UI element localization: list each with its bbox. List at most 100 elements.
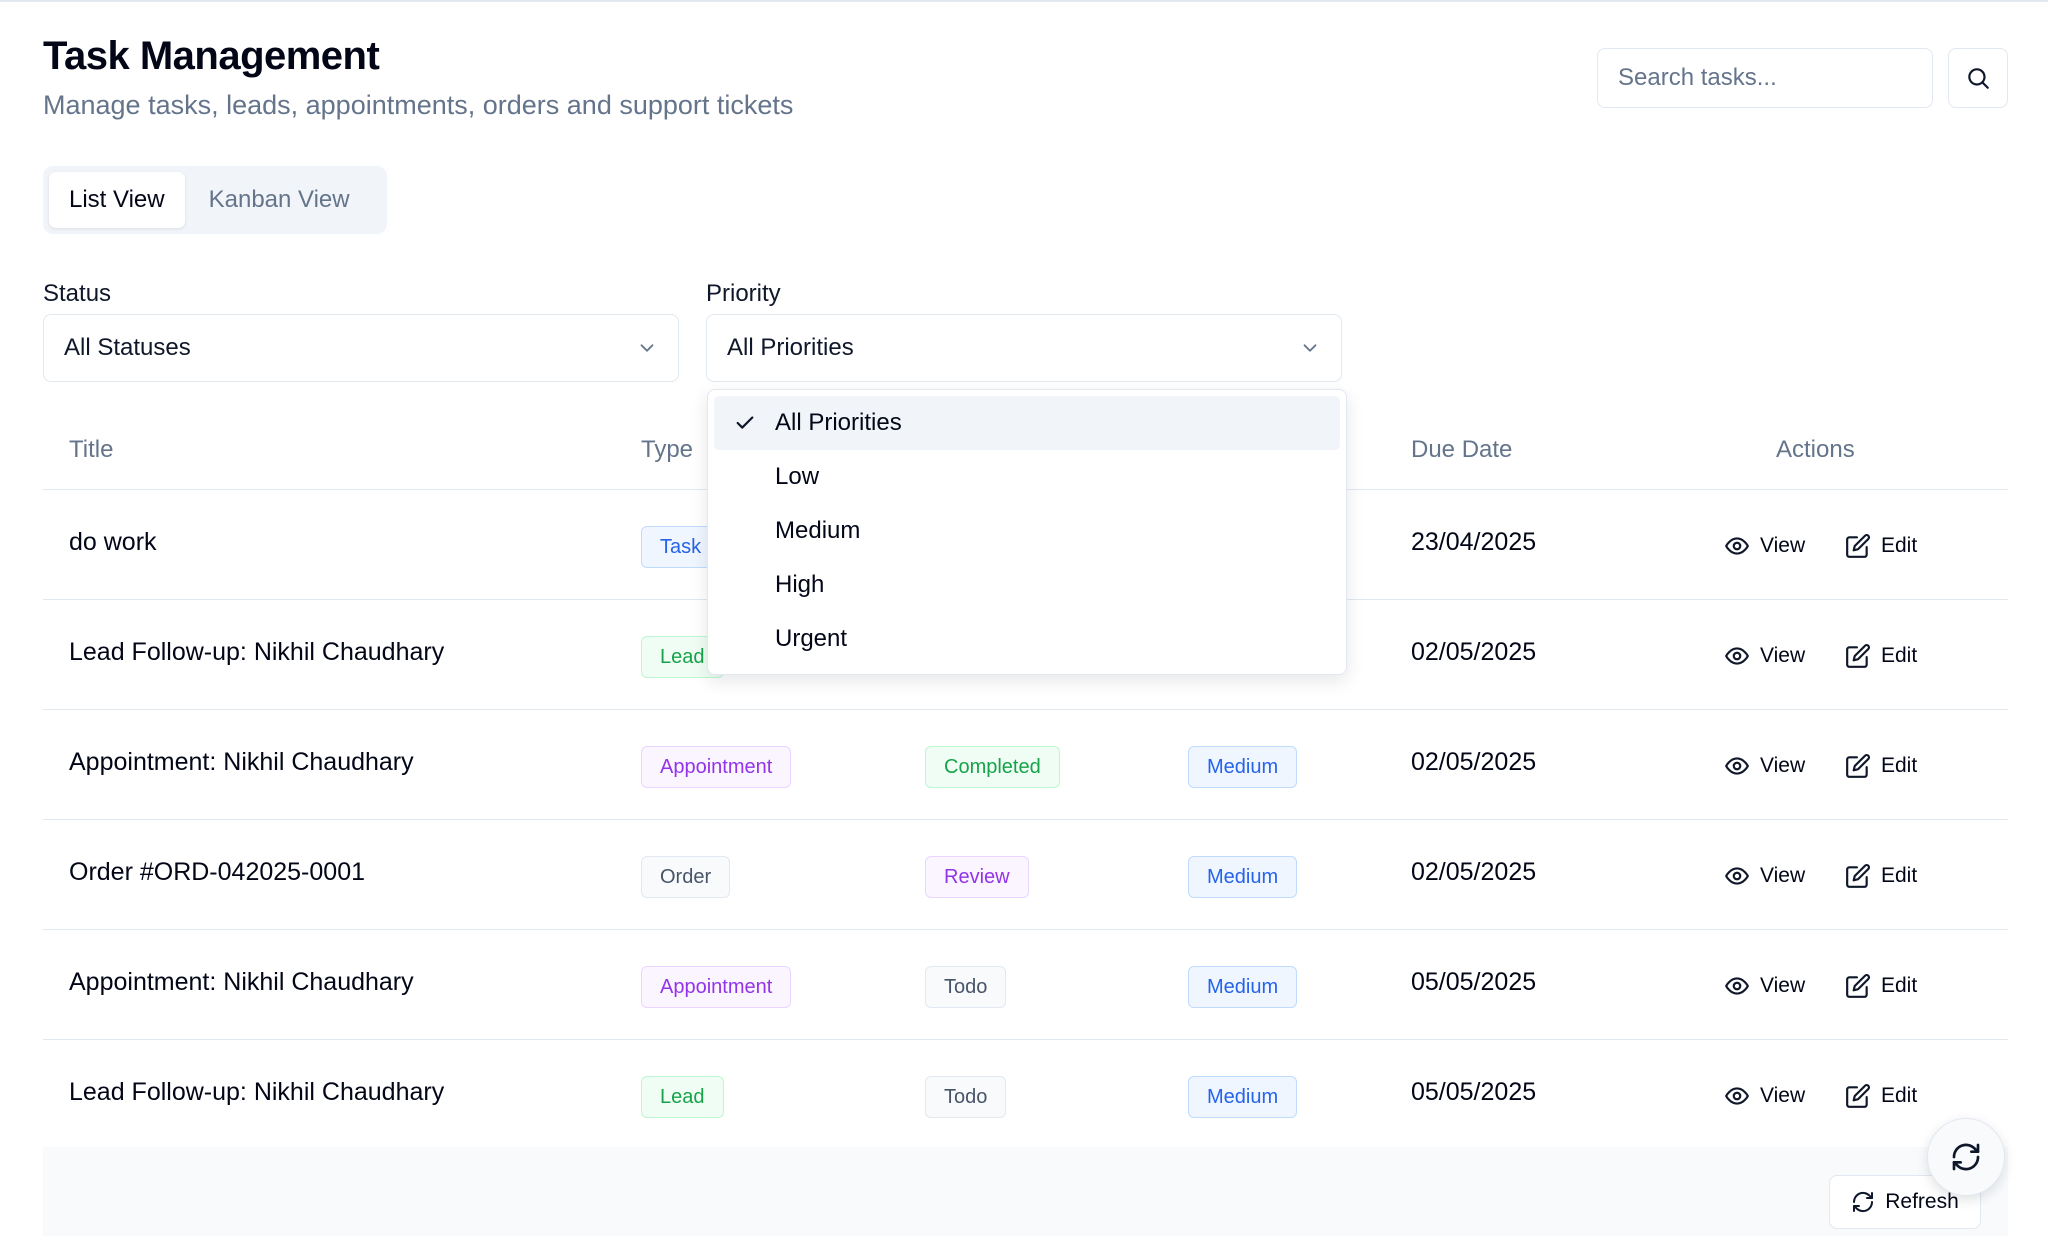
edit-button[interactable]: Edit (1845, 746, 1917, 786)
status-badge: Completed (925, 746, 1060, 788)
view-button[interactable]: View (1724, 966, 1805, 1006)
status-badge: Todo (925, 966, 1007, 1008)
priority-badge: Medium (1188, 1076, 1298, 1118)
table-row: Lead Follow-up: Nikhil Chaudhary Lead To… (43, 1040, 2008, 1150)
priority-option-medium[interactable]: Medium (714, 504, 1340, 558)
table-row: Appointment: Nikhil Chaudhary Appointmen… (43, 930, 2008, 1040)
type-badge: Appointment (641, 746, 792, 788)
eye-icon (1725, 757, 1749, 775)
table-footer (43, 1147, 2008, 1236)
edit-label: Edit (1881, 1084, 1918, 1107)
edit-label: Edit (1881, 974, 1918, 997)
table-row: Order #ORD-042025-0001 Order Review Medi… (43, 820, 2008, 930)
priority-badge: Medium (1188, 966, 1298, 1008)
check-icon (736, 416, 754, 429)
task-title: do work (69, 528, 157, 556)
tab-kanban-view[interactable]: Kanban View (189, 172, 370, 228)
view-button[interactable]: View (1724, 1076, 1805, 1116)
view-button[interactable]: View (1724, 856, 1805, 896)
task-title: Appointment: Nikhil Chaudhary (69, 968, 414, 996)
view-toggle: List View Kanban View (43, 166, 387, 234)
chevron-down-icon (640, 344, 654, 352)
page-title: Task Management (43, 34, 380, 78)
priority-badge: Medium (1188, 856, 1298, 898)
column-title: Title (69, 436, 114, 463)
edit-button[interactable]: Edit (1845, 1076, 1917, 1116)
priority-select-value: All Priorities (727, 334, 854, 361)
status-select[interactable]: All Statuses (43, 314, 679, 382)
view-button[interactable]: View (1724, 526, 1805, 566)
type-badge: Lead (641, 1076, 724, 1118)
type-badge: Appointment (641, 966, 792, 1008)
chevron-down-icon (1303, 344, 1317, 352)
priority-select[interactable]: All Priorities (706, 314, 1342, 382)
edit-icon (1846, 644, 1870, 668)
edit-button[interactable]: Edit (1845, 636, 1917, 676)
due-date: 02/05/2025 (1411, 748, 1537, 776)
task-title: Order #ORD-042025-0001 (69, 858, 365, 886)
edit-label: Edit (1881, 644, 1918, 667)
status-filter-label: Status (43, 280, 112, 307)
eye-icon (1725, 977, 1749, 995)
priority-option-label: High (775, 571, 825, 598)
edit-icon (1846, 534, 1870, 558)
task-title: Appointment: Nikhil Chaudhary (69, 748, 414, 776)
due-date: 02/05/2025 (1411, 858, 1537, 886)
column-actions: Actions (1776, 436, 1855, 463)
view-button[interactable]: View (1724, 746, 1805, 786)
edit-button[interactable]: Edit (1845, 966, 1917, 1006)
status-badge: Todo (925, 1076, 1007, 1118)
priority-option-urgent[interactable]: Urgent (714, 612, 1340, 666)
eye-icon (1725, 537, 1749, 555)
edit-label: Edit (1881, 864, 1918, 887)
priority-option-label: All Priorities (775, 409, 902, 436)
refresh-label: Refresh (1885, 1190, 1959, 1213)
edit-icon (1846, 864, 1870, 888)
edit-icon (1846, 974, 1870, 998)
eye-icon (1725, 647, 1749, 665)
column-type: Type (641, 436, 694, 463)
tab-list-view[interactable]: List View (49, 172, 185, 228)
priority-option-low[interactable]: Low (714, 450, 1340, 504)
eye-icon (1725, 867, 1749, 885)
search-icon (1968, 68, 1989, 89)
edit-button[interactable]: Edit (1845, 856, 1917, 896)
priority-option-high[interactable]: High (714, 558, 1340, 612)
edit-button[interactable]: Edit (1845, 526, 1917, 566)
priority-option-label: Urgent (775, 625, 848, 652)
priority-badge: Medium (1188, 746, 1298, 788)
priority-option-label: Medium (775, 517, 861, 544)
task-title: Lead Follow-up: Nikhil Chaudhary (69, 1078, 445, 1106)
priority-dropdown-menu: All Priorities Low Medium High Urgent (707, 389, 1347, 675)
priority-filter-label: Priority (706, 280, 781, 307)
page-subtitle: Manage tasks, leads, appointments, order… (43, 90, 794, 120)
refresh-icon (1853, 1191, 1874, 1213)
status-select-value: All Statuses (64, 334, 191, 361)
view-label: View (1760, 644, 1806, 667)
view-label: View (1760, 864, 1806, 887)
due-date: 23/04/2025 (1411, 528, 1537, 556)
search-button[interactable] (1948, 48, 2008, 108)
status-badge: Review (925, 856, 1029, 898)
due-date: 05/05/2025 (1411, 1078, 1537, 1106)
column-due-date: Due Date (1411, 436, 1513, 463)
edit-icon (1846, 754, 1870, 778)
eye-icon (1725, 1087, 1749, 1105)
view-label: View (1760, 1084, 1806, 1107)
due-date: 05/05/2025 (1411, 968, 1537, 996)
refresh-icon (1952, 1143, 1980, 1171)
priority-option-all[interactable]: All Priorities (714, 396, 1340, 450)
edit-icon (1846, 1084, 1870, 1108)
search-input[interactable] (1597, 48, 1933, 108)
type-badge: Order (641, 856, 731, 898)
edit-label: Edit (1881, 534, 1918, 557)
task-title: Lead Follow-up: Nikhil Chaudhary (69, 638, 445, 666)
table-row: Appointment: Nikhil Chaudhary Appointmen… (43, 710, 2008, 820)
view-label: View (1760, 974, 1806, 997)
view-label: View (1760, 534, 1806, 557)
priority-option-label: Low (775, 463, 820, 490)
edit-label: Edit (1881, 754, 1918, 777)
floating-refresh-button[interactable] (1927, 1118, 2005, 1196)
view-button[interactable]: View (1724, 636, 1805, 676)
view-label: View (1760, 754, 1806, 777)
